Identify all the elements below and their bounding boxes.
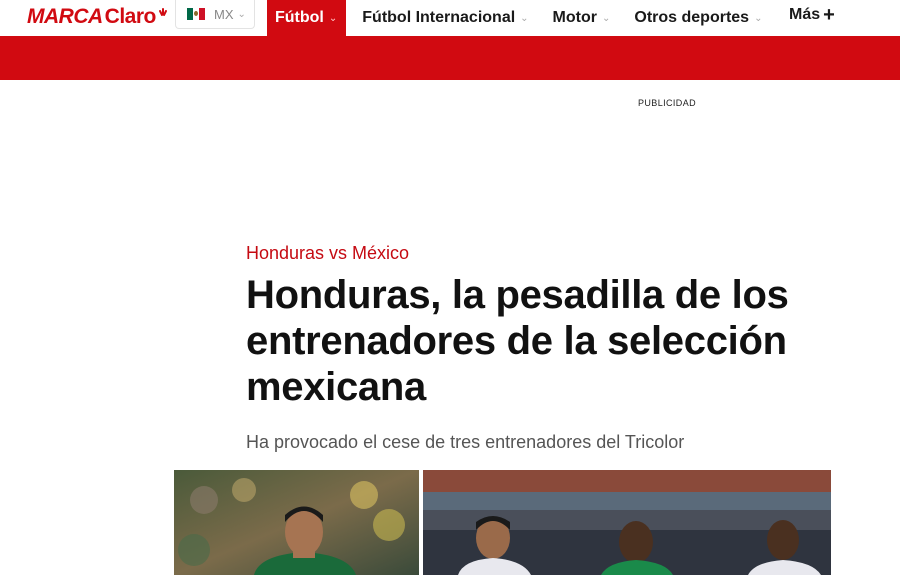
nav-item-motor[interactable]: Motor ⌄ bbox=[553, 0, 611, 36]
article-photo-coach bbox=[174, 470, 419, 575]
article-kicker[interactable]: Honduras vs México bbox=[246, 243, 409, 264]
more-label: Más bbox=[789, 6, 821, 23]
chevron-down-icon: ⌄ bbox=[601, 12, 611, 24]
ad-label: PUBLICIDAD bbox=[638, 98, 697, 108]
plus-icon: + bbox=[823, 4, 835, 26]
chevron-down-icon: ⌄ bbox=[237, 8, 246, 20]
chevron-down-icon: ⌄ bbox=[328, 12, 338, 24]
chevron-down-icon: ⌄ bbox=[520, 12, 529, 24]
nav-item-label: Fútbol bbox=[275, 9, 324, 26]
country-code: MX bbox=[214, 6, 234, 22]
nav-item-futbol[interactable]: Fútbol ⌄ bbox=[267, 0, 347, 36]
chevron-down-icon: ⌄ bbox=[754, 12, 763, 24]
nav-item-label: Motor bbox=[552, 9, 597, 26]
logo-marca-text: MARCA bbox=[27, 5, 103, 28]
mexico-flag-icon bbox=[187, 8, 205, 20]
article-headline: Honduras, la pesadilla de los entrenador… bbox=[246, 273, 789, 409]
logo-claro-text: Claro bbox=[104, 5, 157, 28]
article-subtitle: Ha provocado el cese de tres entrenadore… bbox=[246, 432, 685, 452]
claro-logo-icon bbox=[158, 8, 167, 16]
main-nav: Fútbol ⌄ Fútbol Internacional ⌄ Motor ⌄ … bbox=[267, 0, 762, 36]
nav-item-label: Fútbol Internacional bbox=[362, 9, 516, 26]
marca-claro-logo[interactable]: MARCA Claro bbox=[27, 3, 168, 31]
more-menu-button[interactable]: Más + bbox=[789, 5, 835, 25]
nav-item-label: Otros deportes bbox=[634, 9, 750, 26]
nav-item-futbol-internacional[interactable]: Fútbol Internacional ⌄ bbox=[362, 0, 528, 36]
article-photo-players bbox=[423, 470, 831, 575]
sub-navigation-bar bbox=[0, 36, 900, 80]
nav-item-otros-deportes[interactable]: Otros deportes ⌄ bbox=[634, 0, 762, 36]
top-navigation: MARCA Claro MX ⌄ Fútbol ⌄ Fútbol Interna… bbox=[0, 0, 900, 36]
country-selector[interactable]: MX ⌄ bbox=[175, 0, 255, 29]
